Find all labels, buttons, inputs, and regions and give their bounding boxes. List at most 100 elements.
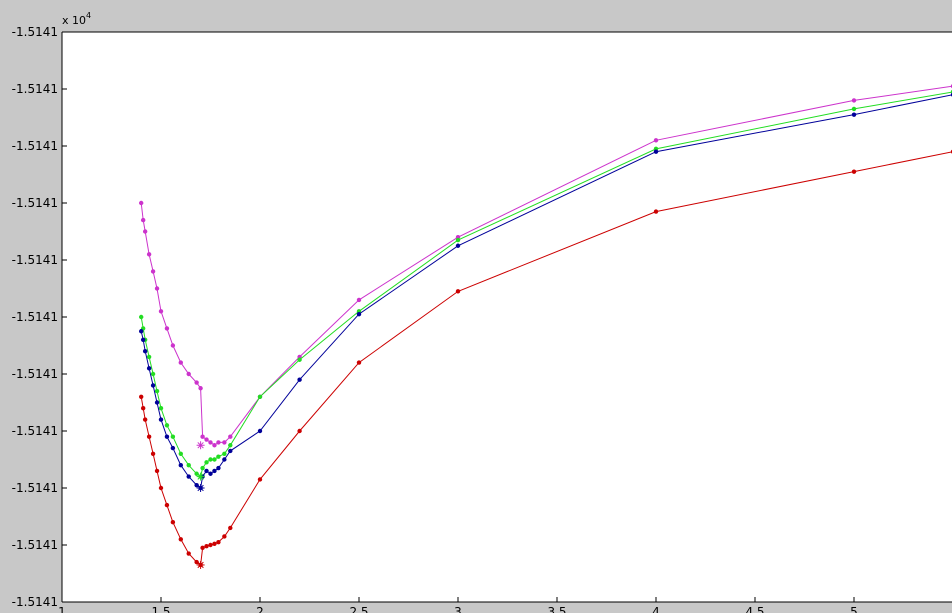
data-point [186,551,191,556]
data-point [140,406,146,411]
data-point [653,149,659,154]
data-point [158,309,164,314]
x-tick-label: 1 [58,605,66,613]
data-point [208,457,213,462]
data-point [164,326,170,331]
x-tick-label: 5 [850,605,858,613]
data-point [186,463,191,468]
data-point [158,485,164,491]
data-point [653,209,659,214]
data-point [142,229,148,234]
data-point [208,542,213,548]
data-point [140,337,146,342]
data-point [139,394,144,399]
y-tick-label: -1.5141 [12,253,58,267]
data-point [257,428,263,434]
y-tick-label: -1.5141 [12,82,58,96]
data-point [142,349,148,354]
data-point [222,440,227,445]
data-point [146,366,152,371]
x-tick-label: 1.5 [151,605,170,613]
data-point [208,440,213,445]
data-point [140,217,146,223]
data-point [216,539,221,545]
data-point [178,537,183,542]
x-tick-label: 4 [652,605,660,613]
y-tick-label: -1.5141 [12,424,58,438]
data-point [297,428,302,434]
data-point [208,471,213,476]
data-point [178,463,183,468]
x-tick-label: 3 [454,605,462,613]
y-tick-label: -1.5141 [12,196,58,210]
y-tick-label: -1.5141 [12,595,58,609]
data-point [142,417,148,422]
data-point [228,448,233,454]
data-point [194,380,199,385]
data-point [216,465,221,471]
data-point [150,383,156,388]
data-point [228,434,233,439]
y-tick-label: -1.5141 [12,310,58,324]
data-point [222,534,227,539]
data-point [297,357,302,362]
data-point [170,445,176,451]
data-point [228,525,233,531]
x-tick-label: 2.5 [349,605,368,613]
x-tick-label: 3.5 [547,605,566,613]
data-point [150,269,156,274]
data-point [653,138,659,143]
data-point [139,314,144,320]
data-point [158,406,164,411]
data-point [356,297,362,303]
y-tick-label: -1.5141 [12,139,58,153]
data-point [170,520,176,525]
data-point [216,454,221,459]
data-point [212,468,217,474]
data-point [455,243,461,248]
data-point [851,106,857,112]
data-point [154,286,160,291]
x-tick-label: 4.5 [745,605,764,613]
data-point [356,360,362,365]
data-point [212,541,217,547]
data-point [198,386,203,391]
y-tick-label: -1.5141 [12,481,58,495]
data-point [297,377,302,382]
data-point [851,169,857,174]
data-point [146,434,152,439]
data-point [204,437,209,442]
data-point [455,289,461,294]
line-chart: -1.5141 -1.5141 -1.5141 -1.5141 -1.5141 -1.51… [0,0,952,613]
data-point [204,543,209,549]
data-point [154,388,160,394]
data-point [164,423,170,428]
data-point [139,200,144,206]
data-point [204,460,209,465]
data-point [257,394,263,399]
y-tick-label: -1.5141 [12,538,58,552]
data-point [178,360,183,365]
plot-area [62,32,952,602]
data-point [216,440,221,445]
y-tick-label: -1.5141 [12,25,58,39]
data-point [150,371,156,377]
data-point [212,457,217,462]
data-point [170,343,176,348]
data-point [154,400,160,405]
data-point [204,468,209,474]
data-point [228,443,233,448]
data-point [150,451,156,456]
data-point [200,545,205,551]
data-point [164,502,170,508]
data-point [851,112,857,117]
data-point [139,329,144,334]
data-point [170,434,176,439]
data-point [154,468,160,474]
data-point [222,451,227,456]
data-point [356,311,362,317]
data-point [222,457,227,462]
x-tick-label: 2 [256,605,264,613]
data-point [200,434,205,439]
data-point [257,477,263,482]
